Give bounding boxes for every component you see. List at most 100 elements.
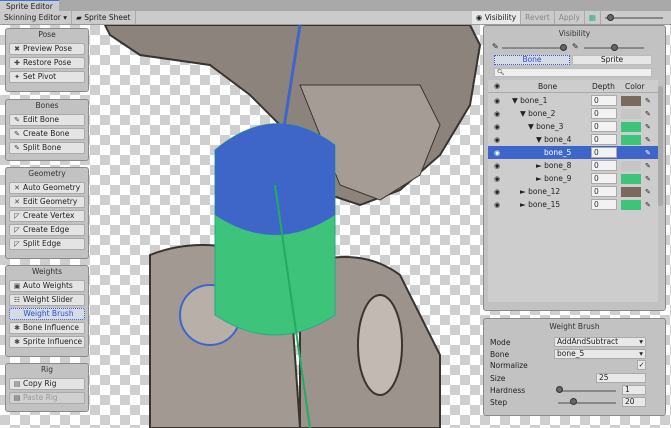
edit-geometry-button[interactable]: ✕ Edit Geometry	[9, 196, 85, 208]
split-edge-button[interactable]: ◸ Split Edge	[9, 238, 85, 250]
revert-button[interactable]: Revert	[521, 11, 555, 24]
bone-row[interactable]: ◉ ▼ bone_1 0 ✎	[488, 94, 658, 107]
auto-geometry-button[interactable]: ✕ Auto Geometry	[9, 182, 85, 194]
bone-row[interactable]: ◉ ► bone_8 0 ✎	[488, 159, 658, 172]
search-input[interactable]: 🔍︎	[494, 68, 652, 77]
eye-icon[interactable]: ◉	[488, 110, 506, 118]
create-bone-button[interactable]: ✎ Create Bone	[9, 128, 85, 140]
color-swatch[interactable]	[621, 121, 641, 132]
depth-field[interactable]: 0	[591, 186, 617, 197]
bone-row[interactable]: ◉ ▼ bone_4 0 ✎	[488, 133, 658, 146]
color-toggle-icon[interactable]: ▦	[585, 11, 601, 24]
bone-opacity-slider[interactable]	[502, 47, 562, 49]
hardness-slider-handle[interactable]	[555, 386, 563, 393]
auto-weights-button[interactable]: ▣ Auto Weights	[9, 280, 85, 292]
preview-pose-button[interactable]: ✖ Preview Pose	[9, 43, 85, 55]
bone-row[interactable]: ◉ bone_5 0 ✎	[488, 146, 658, 159]
eye-icon[interactable]: ◉	[488, 136, 506, 144]
step-slider-handle[interactable]	[569, 398, 577, 405]
edge-icon: ◸	[14, 226, 20, 234]
eyedropper-icon[interactable]: ✎	[645, 136, 651, 144]
hardness-field[interactable]: 1	[622, 385, 646, 395]
bone-row[interactable]: ◉ ► bone_12 0 ✎	[488, 185, 658, 198]
bone-list-scrollbar[interactable]	[658, 86, 663, 206]
create-vertex-button[interactable]: ◸ Create Vertex	[9, 210, 85, 222]
set-pivot-button[interactable]: ✦ Set Pivot	[9, 71, 85, 83]
weight-slider-button[interactable]: ☷ Weight Slider	[9, 294, 85, 306]
bone-influence-button[interactable]: ✱ Bone Influence	[9, 322, 85, 334]
paste-rig-button[interactable]: ▤ Paste Rig	[9, 392, 85, 404]
eyedropper-icon[interactable]: ✎	[645, 188, 651, 196]
step-slider[interactable]	[558, 402, 616, 404]
color-swatch[interactable]	[621, 173, 641, 184]
window-tab[interactable]: Sprite Editor	[0, 0, 59, 11]
color-swatch[interactable]	[621, 134, 641, 145]
copy-rig-button[interactable]: ▤ Copy Rig	[9, 378, 85, 390]
eyedropper-icon[interactable]: ✎	[645, 162, 651, 170]
eye-icon[interactable]: ◉	[488, 97, 506, 105]
eyedropper-icon[interactable]: ✎	[645, 149, 651, 157]
bone-row[interactable]: ◉ ▼ bone_2 0 ✎	[488, 107, 658, 120]
color-swatch[interactable]	[621, 199, 641, 210]
restore-pose-button[interactable]: ✚ Restore Pose	[9, 57, 85, 69]
depth-field[interactable]: 0	[591, 147, 617, 158]
bone-name: ► bone_12	[520, 187, 561, 196]
eye-icon: ◉	[475, 13, 485, 22]
tab-bone[interactable]: Bone	[494, 55, 570, 65]
size-label: Size	[490, 374, 506, 383]
rig-panel: Rig ▤ Copy Rig ▤ Paste Rig	[5, 363, 89, 412]
zoom-slider-handle[interactable]	[607, 14, 614, 21]
depth-field[interactable]: 0	[591, 160, 617, 171]
zoom-slider[interactable]	[601, 11, 671, 24]
bones-panel: Bones ✎ Edit Bone ✎ Create Bone ✎ Split Bon…	[5, 99, 89, 161]
step-field[interactable]: 20	[622, 397, 646, 407]
visibility-toggle[interactable]: ◉ Visibility	[471, 11, 522, 24]
bone-opacity-handle[interactable]	[560, 44, 567, 51]
color-swatch[interactable]	[621, 147, 641, 158]
button-label: Sprite Influence	[23, 337, 83, 346]
bone-row[interactable]: ◉ ► bone_9 0 ✎	[488, 172, 658, 185]
mode-dropdown[interactable]: AddAndSubtract ▾	[554, 337, 646, 347]
eye-icon[interactable]: ◉	[488, 201, 506, 209]
sprite-influence-button[interactable]: ✱ Sprite Influence	[9, 336, 85, 348]
normalize-checkbox[interactable]: ✓	[637, 360, 646, 370]
size-field[interactable]: 25	[596, 373, 646, 383]
bone-name: ► bone_9	[536, 174, 572, 183]
depth-field[interactable]: 0	[591, 199, 617, 210]
color-swatch[interactable]	[621, 186, 641, 197]
eye-icon[interactable]: ◉	[488, 188, 506, 196]
eyedropper-icon[interactable]: ✎	[645, 175, 651, 183]
eye-icon[interactable]: ◉	[488, 162, 506, 170]
depth-field[interactable]: 0	[591, 108, 617, 119]
bone-row[interactable]: ◉ ► bone_15 0 ✎	[488, 198, 658, 211]
tab-sprite[interactable]: Sprite	[572, 55, 652, 65]
sprite-sheet-button[interactable]: ▰ Sprite Sheet	[72, 11, 136, 24]
eyedropper-icon[interactable]: ✎	[645, 97, 651, 105]
eyedropper-icon[interactable]: ✎	[645, 110, 651, 118]
hardness-slider[interactable]	[558, 390, 616, 392]
eyedropper-icon[interactable]: ✎	[645, 201, 651, 209]
eye-icon[interactable]: ◉	[488, 149, 506, 157]
depth-field[interactable]: 0	[591, 121, 617, 132]
depth-field[interactable]: 0	[591, 173, 617, 184]
color-swatch[interactable]	[621, 108, 641, 119]
depth-field[interactable]: 0	[591, 95, 617, 106]
button-label: Restore Pose	[23, 58, 72, 67]
depth-field[interactable]: 0	[591, 134, 617, 145]
bone-dropdown[interactable]: bone_5 ▾	[554, 349, 646, 359]
split-bone-button[interactable]: ✎ Split Bone	[9, 142, 85, 154]
eye-icon[interactable]: ◉	[488, 123, 506, 131]
eye-icon[interactable]: ◉	[488, 175, 506, 183]
button-label: Split Bone	[23, 143, 62, 152]
edit-bone-button[interactable]: ✎ Edit Bone	[9, 114, 85, 126]
weight-brush-button[interactable]: Weight Brush	[9, 308, 85, 320]
create-edge-button[interactable]: ◸ Create Edge	[9, 224, 85, 236]
mesh-opacity-handle[interactable]	[611, 44, 618, 51]
color-swatch[interactable]	[621, 95, 641, 106]
apply-button[interactable]: Apply	[555, 11, 585, 24]
mode-dropdown[interactable]: Skinning Editor ▾	[0, 11, 73, 24]
bone-row[interactable]: ◉ ▼ bone_3 0 ✎	[488, 120, 658, 133]
color-swatch[interactable]	[621, 160, 641, 171]
bone-name: ► bone_8	[536, 161, 572, 170]
eyedropper-icon[interactable]: ✎	[645, 123, 651, 131]
